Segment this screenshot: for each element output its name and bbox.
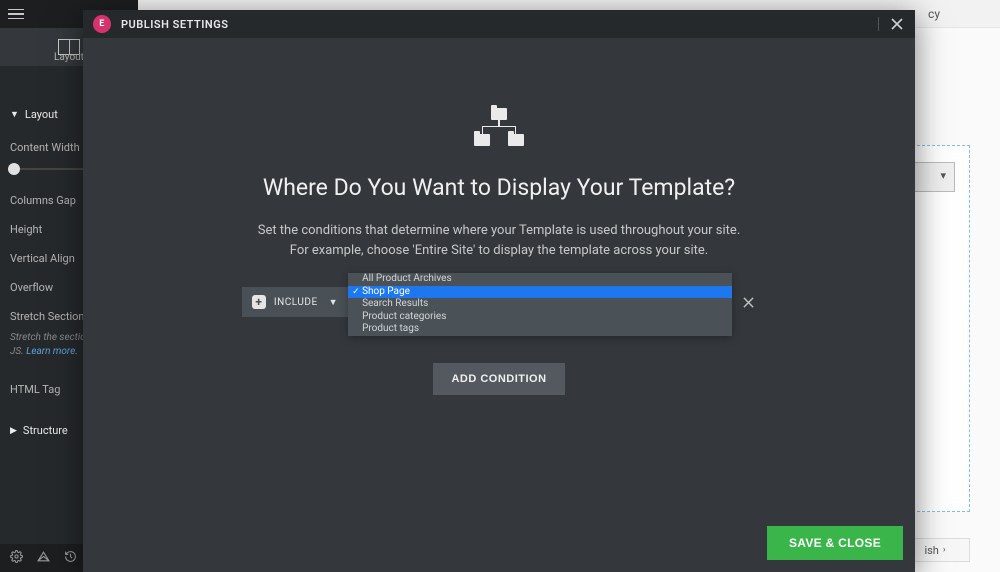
add-condition-button[interactable]: ADD CONDITION (433, 363, 564, 395)
plus-icon: + (252, 295, 266, 309)
archive-option[interactable]: Product categories (348, 311, 732, 324)
modal-header-title: PUBLISH SETTINGS (121, 18, 228, 31)
modal-body: Where Do You Want to Display Your Templa… (83, 38, 915, 572)
header-divider (878, 17, 879, 31)
elementor-logo-icon: E (93, 15, 111, 33)
archive-option[interactable]: Shop Page (348, 286, 732, 299)
modal-description: Set the conditions that determine where … (258, 221, 741, 261)
section-structure-label: Structure (23, 424, 68, 437)
caret-down-icon: ▼ (329, 297, 338, 308)
condition-row: + INCLUDE ▼ All Product ArchivesShop Pag… (242, 287, 756, 317)
remove-condition-icon[interactable] (740, 287, 756, 317)
section-layout-label: Layout (25, 108, 58, 121)
navigator-icon[interactable] (37, 550, 50, 566)
publish-settings-modal: E PUBLISH SETTINGS Where Do You Want to … (83, 10, 915, 572)
archive-option[interactable]: Product tags (348, 323, 732, 336)
archive-option[interactable]: All Product Archives (348, 273, 732, 286)
modal-title: Where Do You Want to Display Your Templa… (263, 174, 735, 201)
menu-icon[interactable] (8, 6, 24, 22)
save-close-button[interactable]: SAVE & CLOSE (767, 526, 903, 560)
archive-option[interactable]: Search Results (348, 298, 732, 311)
conditions-tree-icon (474, 108, 524, 146)
modal-header: E PUBLISH SETTINGS (83, 10, 915, 38)
caret-right-icon: ▶ (10, 426, 17, 436)
close-icon[interactable] (889, 16, 905, 32)
archive-type-options: All Product ArchivesShop PageSearch Resu… (348, 273, 732, 336)
caret-down-icon: ▼ (10, 109, 19, 120)
include-select[interactable]: + INCLUDE ▼ (242, 287, 348, 317)
history-icon[interactable] (64, 550, 77, 566)
learn-more-link[interactable]: Learn more. (26, 346, 78, 357)
settings-icon[interactable] (10, 550, 23, 566)
include-label: INCLUDE (274, 297, 318, 308)
